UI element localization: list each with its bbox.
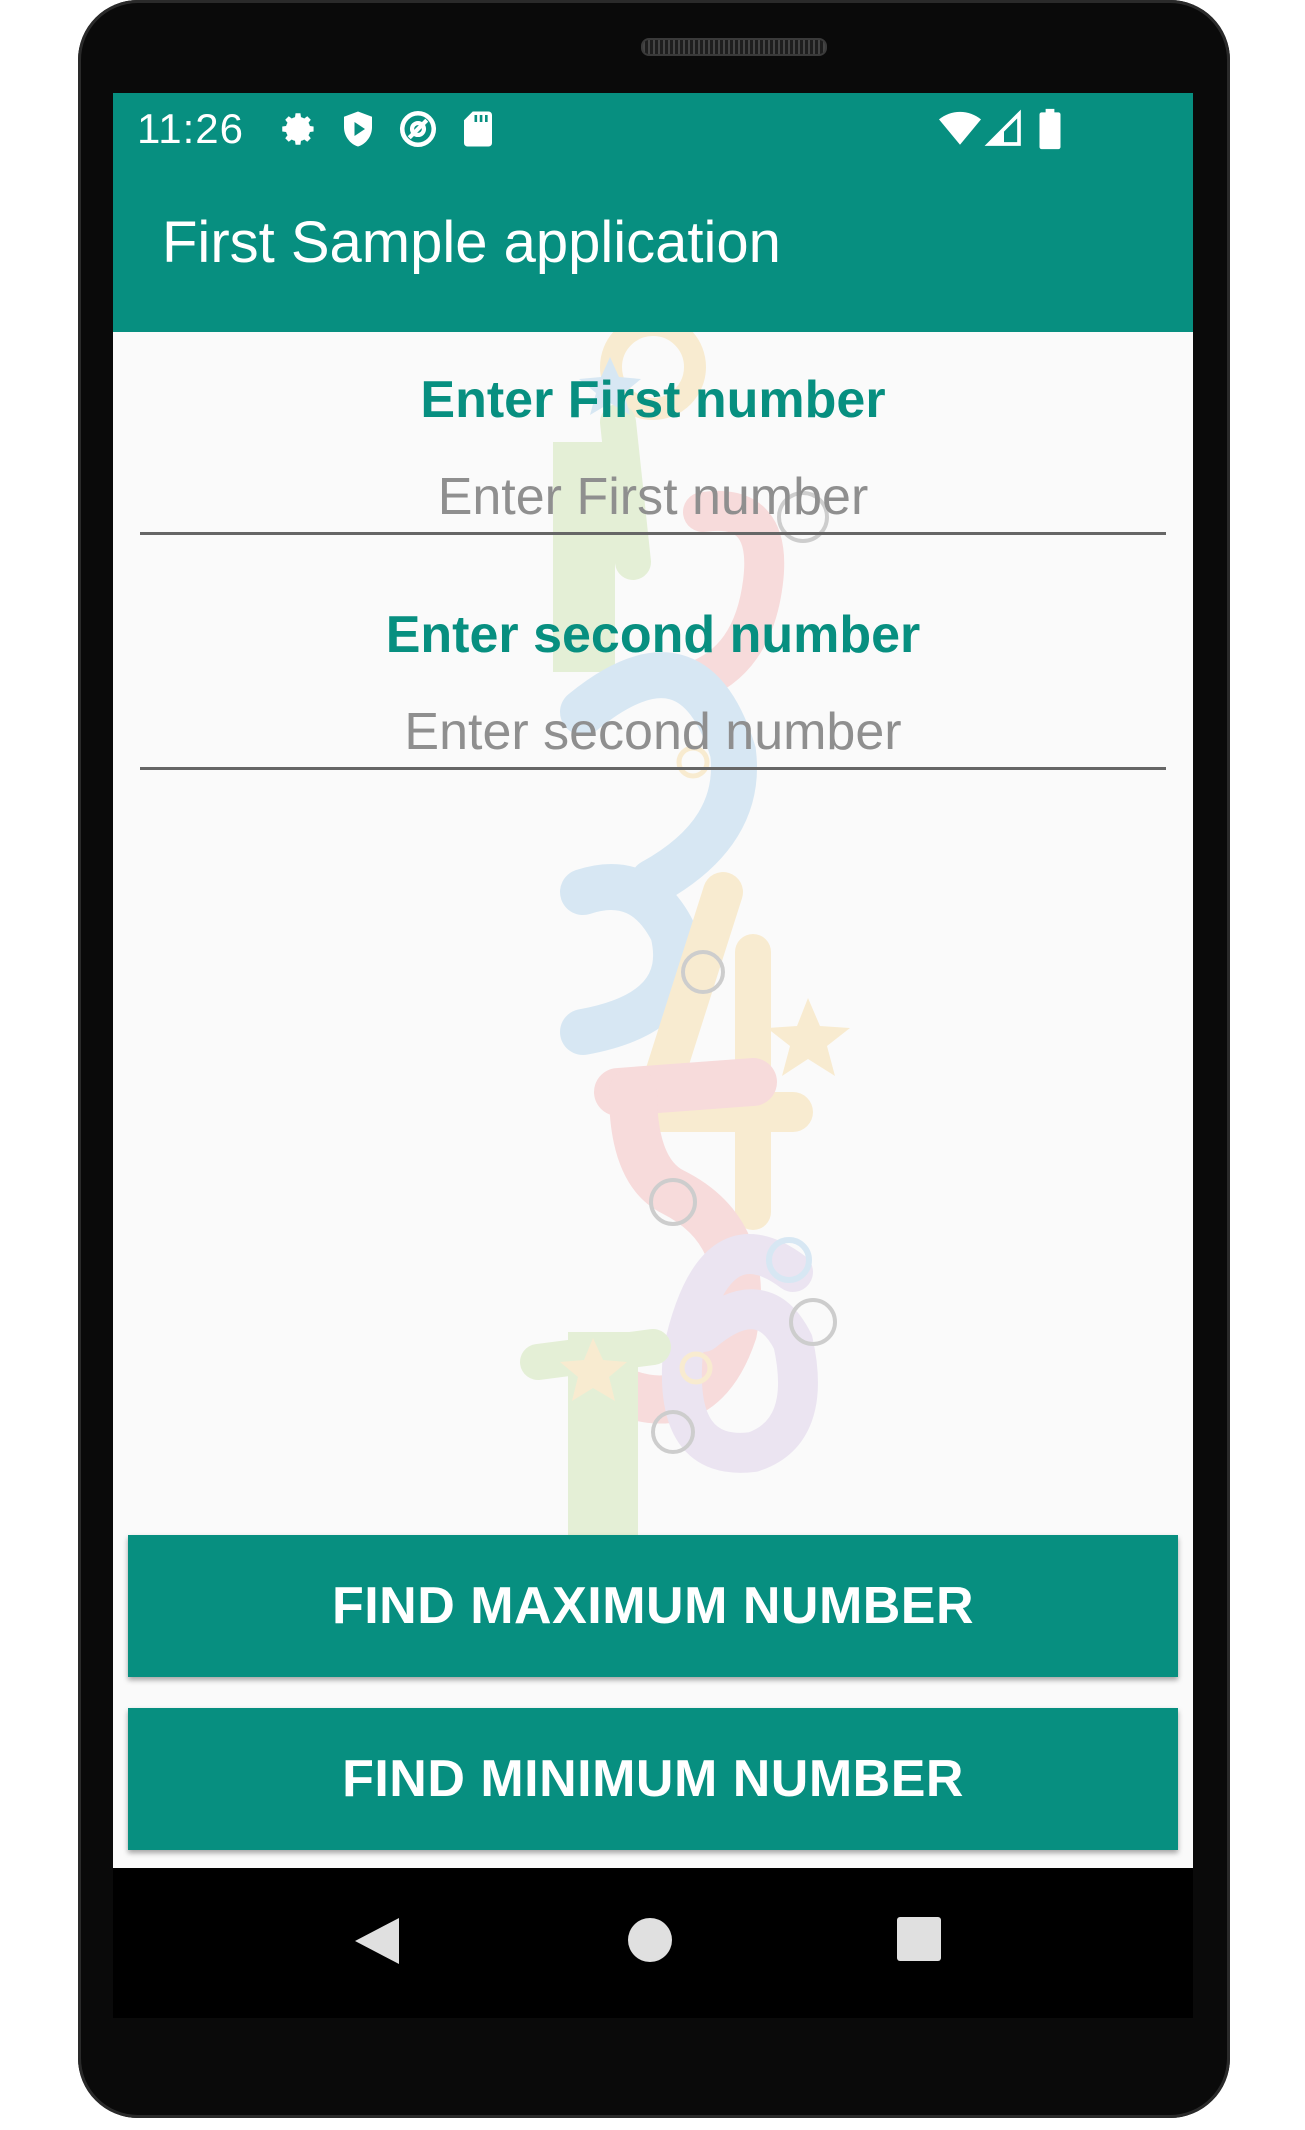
status-bar: 11:26	[113, 93, 1193, 167]
gear-icon	[282, 113, 314, 145]
back-icon[interactable]	[353, 1916, 401, 1966]
shield-play-icon	[344, 111, 372, 147]
recents-icon[interactable]	[896, 1916, 942, 1962]
home-icon[interactable]	[626, 1916, 674, 1964]
battery-icon	[1039, 108, 1061, 150]
find-minimum-button[interactable]: FIND MINIMUM NUMBER	[128, 1708, 1178, 1850]
navigation-bar	[113, 1868, 1193, 2018]
app-title: First Sample application	[162, 210, 781, 275]
sd-card-icon	[464, 111, 492, 147]
first-number-label: Enter First number	[420, 371, 886, 429]
status-time: 11:26	[137, 105, 244, 152]
second-number-input[interactable]	[140, 697, 1166, 770]
find-maximum-button[interactable]: FIND MAXIMUM NUMBER	[128, 1535, 1178, 1677]
speaker-grille	[641, 38, 827, 56]
wifi-icon	[939, 111, 981, 145]
second-number-label: Enter second number	[385, 606, 921, 664]
at-sign-icon	[399, 110, 437, 148]
signal-icon	[984, 109, 1021, 146]
first-number-input[interactable]	[140, 462, 1166, 535]
app-toolbar: First Sample application	[113, 167, 1193, 332]
app-screen: 11:26 First Sample application Enter Fir…	[113, 93, 1193, 1868]
